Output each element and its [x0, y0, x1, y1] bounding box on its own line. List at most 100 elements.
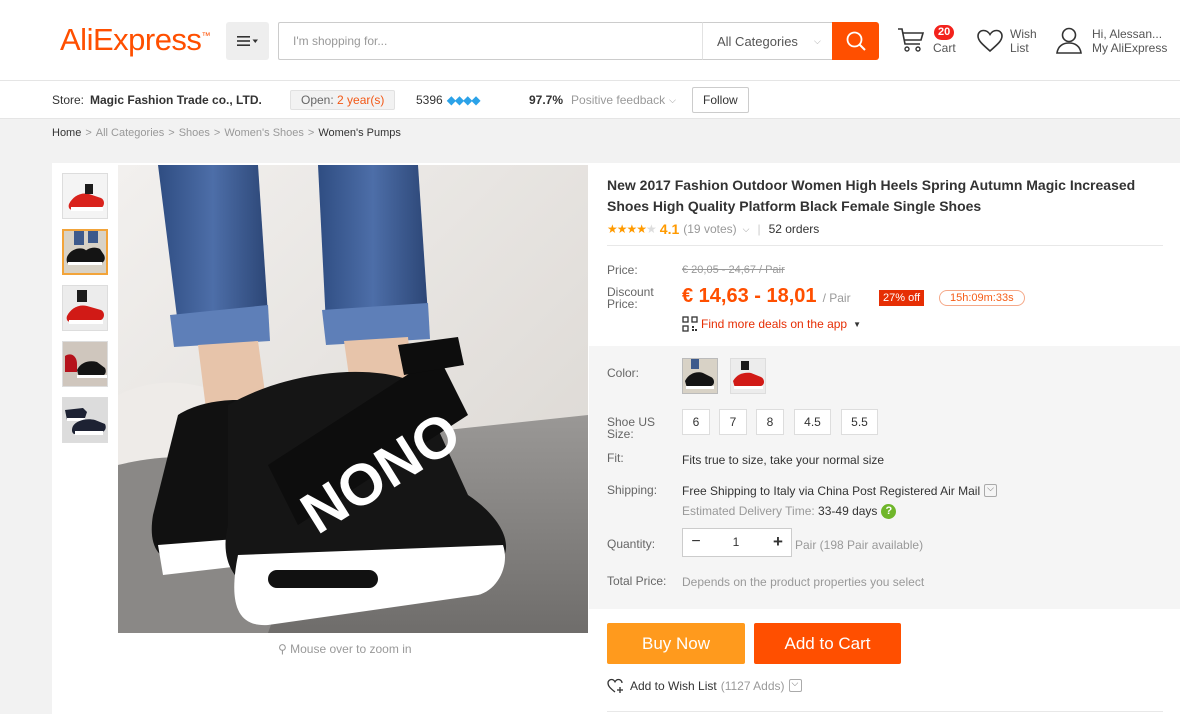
product-thumbnail[interactable]: [62, 173, 108, 219]
follow-button[interactable]: Follow: [692, 87, 749, 113]
categories-menu-button[interactable]: [226, 22, 269, 60]
countdown-timer: 15h:09m:33s: [939, 290, 1025, 306]
product-photo: NONO: [118, 165, 588, 633]
votes-link[interactable]: (19 votes): [683, 222, 736, 236]
feedback-percent: 97.7%: [529, 93, 564, 107]
quantity-label: Quantity:: [607, 537, 656, 551]
quantity-decrease-button[interactable]: −: [683, 529, 709, 556]
total-price-value: Depends on the product properties you se…: [682, 575, 925, 589]
discount-percent-badge: 27% off: [879, 290, 925, 306]
caret-down-icon: ▼: [853, 319, 862, 329]
color-option-red[interactable]: [730, 358, 766, 394]
chevron-down-icon[interactable]: ⌵: [984, 483, 998, 498]
color-label: Color:: [607, 366, 640, 380]
delivery-estimate: Estimated Delivery Time: 33-49 days?: [682, 504, 897, 520]
open-badge: Open: 2 year(s): [290, 90, 396, 110]
chevron-down-icon: ⌵: [742, 223, 750, 234]
wishlist-button[interactable]: Wish List: [976, 27, 1040, 61]
shipping-label: Shipping:: [607, 483, 658, 497]
breadcrumb-womens-pumps[interactable]: Women's Pumps: [318, 127, 401, 139]
star-rating-icon: ★★★★★: [607, 222, 657, 236]
add-to-wishlist-link[interactable]: Add to Wish List (1127 Adds) ⌵: [607, 678, 802, 694]
rating-score: 4.1: [659, 221, 680, 237]
fit-value: Fits true to size, take your normal size: [682, 453, 885, 467]
product-thumbnail[interactable]: [62, 229, 108, 275]
divider: [607, 245, 1163, 246]
shoe-size-label: Shoe US Size:: [607, 415, 656, 441]
product-thumbnail[interactable]: [62, 341, 108, 387]
quantity-input[interactable]: 1: [709, 529, 763, 556]
original-price: € 20,05 - 24,67 / Pair: [682, 264, 785, 276]
size-option[interactable]: 8: [756, 409, 784, 435]
breadcrumb: Home > All Categories > Shoes > Women's Shoes >…: [52, 127, 401, 139]
separator: |: [757, 222, 761, 236]
store-open-years: Open: 2 year(s): [290, 81, 396, 119]
discount-price-label: Discount Price:: [607, 285, 654, 311]
thumbnail-list: [62, 173, 108, 453]
size-option[interactable]: 7: [719, 409, 747, 435]
heart-icon: [977, 29, 1003, 53]
size-option[interactable]: 4.5: [794, 409, 831, 435]
color-option-black[interactable]: [682, 358, 718, 394]
quantity-increase-button[interactable]: +: [765, 529, 791, 556]
search-category-label: All Categories: [717, 33, 798, 49]
magnifier-icon: ⚲: [278, 642, 287, 656]
search-input[interactable]: [279, 23, 702, 59]
store-score-value: 5396: [416, 93, 443, 107]
store-name-link[interactable]: Magic Fashion Trade co., LTD.: [90, 93, 262, 107]
shipping-method[interactable]: Free Shipping to Italy via China Post Re…: [682, 483, 998, 498]
breadcrumb-womens-shoes[interactable]: Women's Shoes: [224, 127, 304, 139]
product-rating: ★★★★★ 4.1 (19 votes) ⌵ | 52 orders: [607, 220, 1163, 238]
search-box: [278, 22, 702, 60]
size-option[interactable]: 6: [682, 409, 710, 435]
account-menu[interactable]: Hi, Alessan... My AliExpress: [1055, 26, 1180, 60]
diamond-rating-icon: ◆◆◆◆: [446, 93, 481, 107]
aliexpress-logo[interactable]: AliExpress™: [60, 22, 210, 58]
product-info: New 2017 Fashion Outdoor Women High Heel…: [607, 175, 1163, 238]
quantity-stepper: − 1 +: [682, 528, 792, 557]
cart-label: Cart: [933, 41, 956, 55]
user-icon: [1056, 27, 1082, 54]
breadcrumb-all-categories[interactable]: All Categories: [96, 127, 164, 139]
store-info: Store: Magic Fashion Trade co., LTD.: [52, 81, 262, 119]
store-score[interactable]: 5396 ◆◆◆◆: [416, 81, 481, 119]
wishlist-label: Wish List: [1010, 27, 1037, 55]
product-properties: [589, 346, 1180, 609]
main-product-image[interactable]: NONO: [118, 165, 588, 633]
app-deals-link[interactable]: Find more deals on the app ▼: [682, 316, 861, 332]
header: AliExpress™ All Categories ⌵ 20 Cart: [0, 0, 1180, 81]
order-count: 52 orders: [768, 222, 820, 236]
price-label: Price:: [607, 263, 638, 277]
follow-wrap: Follow: [692, 81, 749, 119]
chevron-down-icon[interactable]: ⌵: [788, 678, 802, 692]
store-bar: Store: Magic Fashion Trade co., LTD. Ope…: [0, 81, 1180, 119]
search-icon: [846, 31, 866, 51]
product-title: New 2017 Fashion Outdoor Women High Heel…: [607, 177, 1136, 214]
fit-label: Fit:: [607, 451, 624, 465]
cart-button[interactable]: 20 Cart: [896, 25, 960, 59]
cart-icon: [898, 28, 925, 52]
store-feedback[interactable]: 97.7% Positive feedback ⌵: [529, 81, 676, 119]
menu-icon: [236, 36, 258, 46]
store-label: Store:: [52, 93, 85, 107]
breadcrumb-shoes[interactable]: Shoes: [179, 127, 210, 139]
qr-code-icon: [682, 316, 698, 332]
search-category-select[interactable]: All Categories ⌵: [702, 22, 832, 60]
heart-plus-icon: [607, 678, 623, 693]
divider: [607, 711, 1163, 712]
account-label: Hi, Alessan... My AliExpress: [1092, 27, 1168, 55]
product-thumbnail[interactable]: [62, 285, 108, 331]
size-option[interactable]: 5.5: [841, 409, 878, 435]
total-price-label: Total Price:: [607, 574, 667, 588]
cart-count-badge: 20: [934, 25, 955, 40]
breadcrumb-home[interactable]: Home: [52, 127, 81, 139]
add-to-cart-button[interactable]: Add to Cart: [754, 623, 901, 664]
search-button[interactable]: [832, 22, 879, 60]
discount-price: € 14,63 - 18,01/ Pair: [682, 285, 851, 307]
buy-now-button[interactable]: Buy Now: [607, 623, 745, 664]
zoom-hint: ⚲ Mouse over to zoom in: [278, 642, 412, 656]
product-thumbnail[interactable]: [62, 397, 108, 443]
feedback-label: Positive feedback: [571, 93, 666, 107]
availability-text: Pair (198 Pair available): [795, 538, 924, 552]
help-icon[interactable]: ?: [881, 504, 897, 520]
